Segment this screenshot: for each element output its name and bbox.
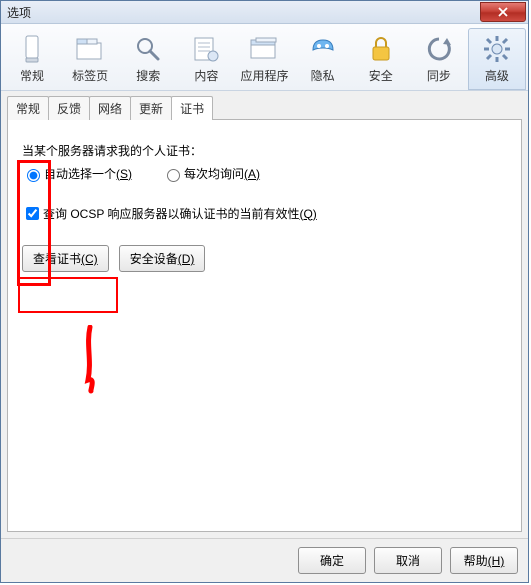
dialog-footer: 确定 取消 帮助(H)	[1, 538, 528, 582]
view-certificates-button[interactable]: 查看证书(C)	[22, 245, 109, 272]
cat-security[interactable]: 安全	[352, 28, 410, 90]
annotation-arrow	[76, 325, 106, 395]
cat-tabs[interactable]: 标签页	[61, 28, 119, 90]
window-title: 选项	[7, 4, 31, 21]
search-icon	[120, 32, 176, 66]
sync-icon	[411, 32, 467, 66]
subtab-general[interactable]: 常规	[7, 96, 49, 120]
ocsp-checkbox[interactable]	[26, 207, 39, 220]
body: 常规 反馈 网络 更新 证书 当某个服务器请求我的个人证书： 自动选择一个(S)…	[1, 91, 528, 538]
ok-button[interactable]: 确定	[298, 547, 366, 574]
ocsp-checkbox-row[interactable]: 查询 OCSP 响应服务器以确认证书的当前有效性(Q)	[22, 204, 317, 223]
subtab-update[interactable]: 更新	[130, 96, 172, 120]
cat-content[interactable]: 内容	[177, 28, 235, 90]
subtab-network[interactable]: 网络	[89, 96, 131, 120]
titlebar: 选项	[1, 1, 528, 24]
category-toolbar: 常规 标签页 搜索 内容 应用程序	[1, 24, 528, 91]
lock-icon	[353, 32, 409, 66]
radio-auto-select[interactable]: 自动选择一个(S)	[22, 165, 132, 182]
radio-ask-input[interactable]	[167, 169, 180, 182]
options-window: 选项 常规 标签页 搜索	[0, 0, 529, 583]
cat-advanced[interactable]: 高级	[468, 28, 526, 90]
cat-privacy[interactable]: 隐私	[294, 28, 352, 90]
subtab-feedback[interactable]: 反馈	[48, 96, 90, 120]
cert-prompt: 当某个服务器请求我的个人证书：	[22, 142, 202, 159]
tabs-icon	[62, 32, 118, 66]
sub-tabs: 常规 反馈 网络 更新 证书	[7, 96, 522, 120]
content-icon	[178, 32, 234, 66]
close-icon	[497, 7, 509, 17]
radio-auto-input[interactable]	[27, 169, 40, 182]
gear-icon	[469, 32, 525, 66]
applications-icon	[236, 32, 292, 66]
privacy-icon	[295, 32, 351, 66]
close-button[interactable]	[480, 2, 526, 22]
cat-general[interactable]: 常规	[3, 28, 61, 90]
annotation-box-button	[18, 277, 118, 313]
certificates-panel: 当某个服务器请求我的个人证书： 自动选择一个(S) 每次均询问(A) 查询 OC…	[7, 119, 522, 532]
radio-ask-every[interactable]: 每次均询问(A)	[162, 165, 260, 182]
cat-sync[interactable]: 同步	[410, 28, 468, 90]
subtab-certificates[interactable]: 证书	[171, 96, 213, 120]
security-devices-button[interactable]: 安全设备(D)	[119, 245, 206, 272]
cancel-button[interactable]: 取消	[374, 547, 442, 574]
cat-search[interactable]: 搜索	[119, 28, 177, 90]
cat-applications[interactable]: 应用程序	[235, 28, 293, 90]
general-icon	[4, 32, 60, 66]
help-button[interactable]: 帮助(H)	[450, 547, 518, 574]
